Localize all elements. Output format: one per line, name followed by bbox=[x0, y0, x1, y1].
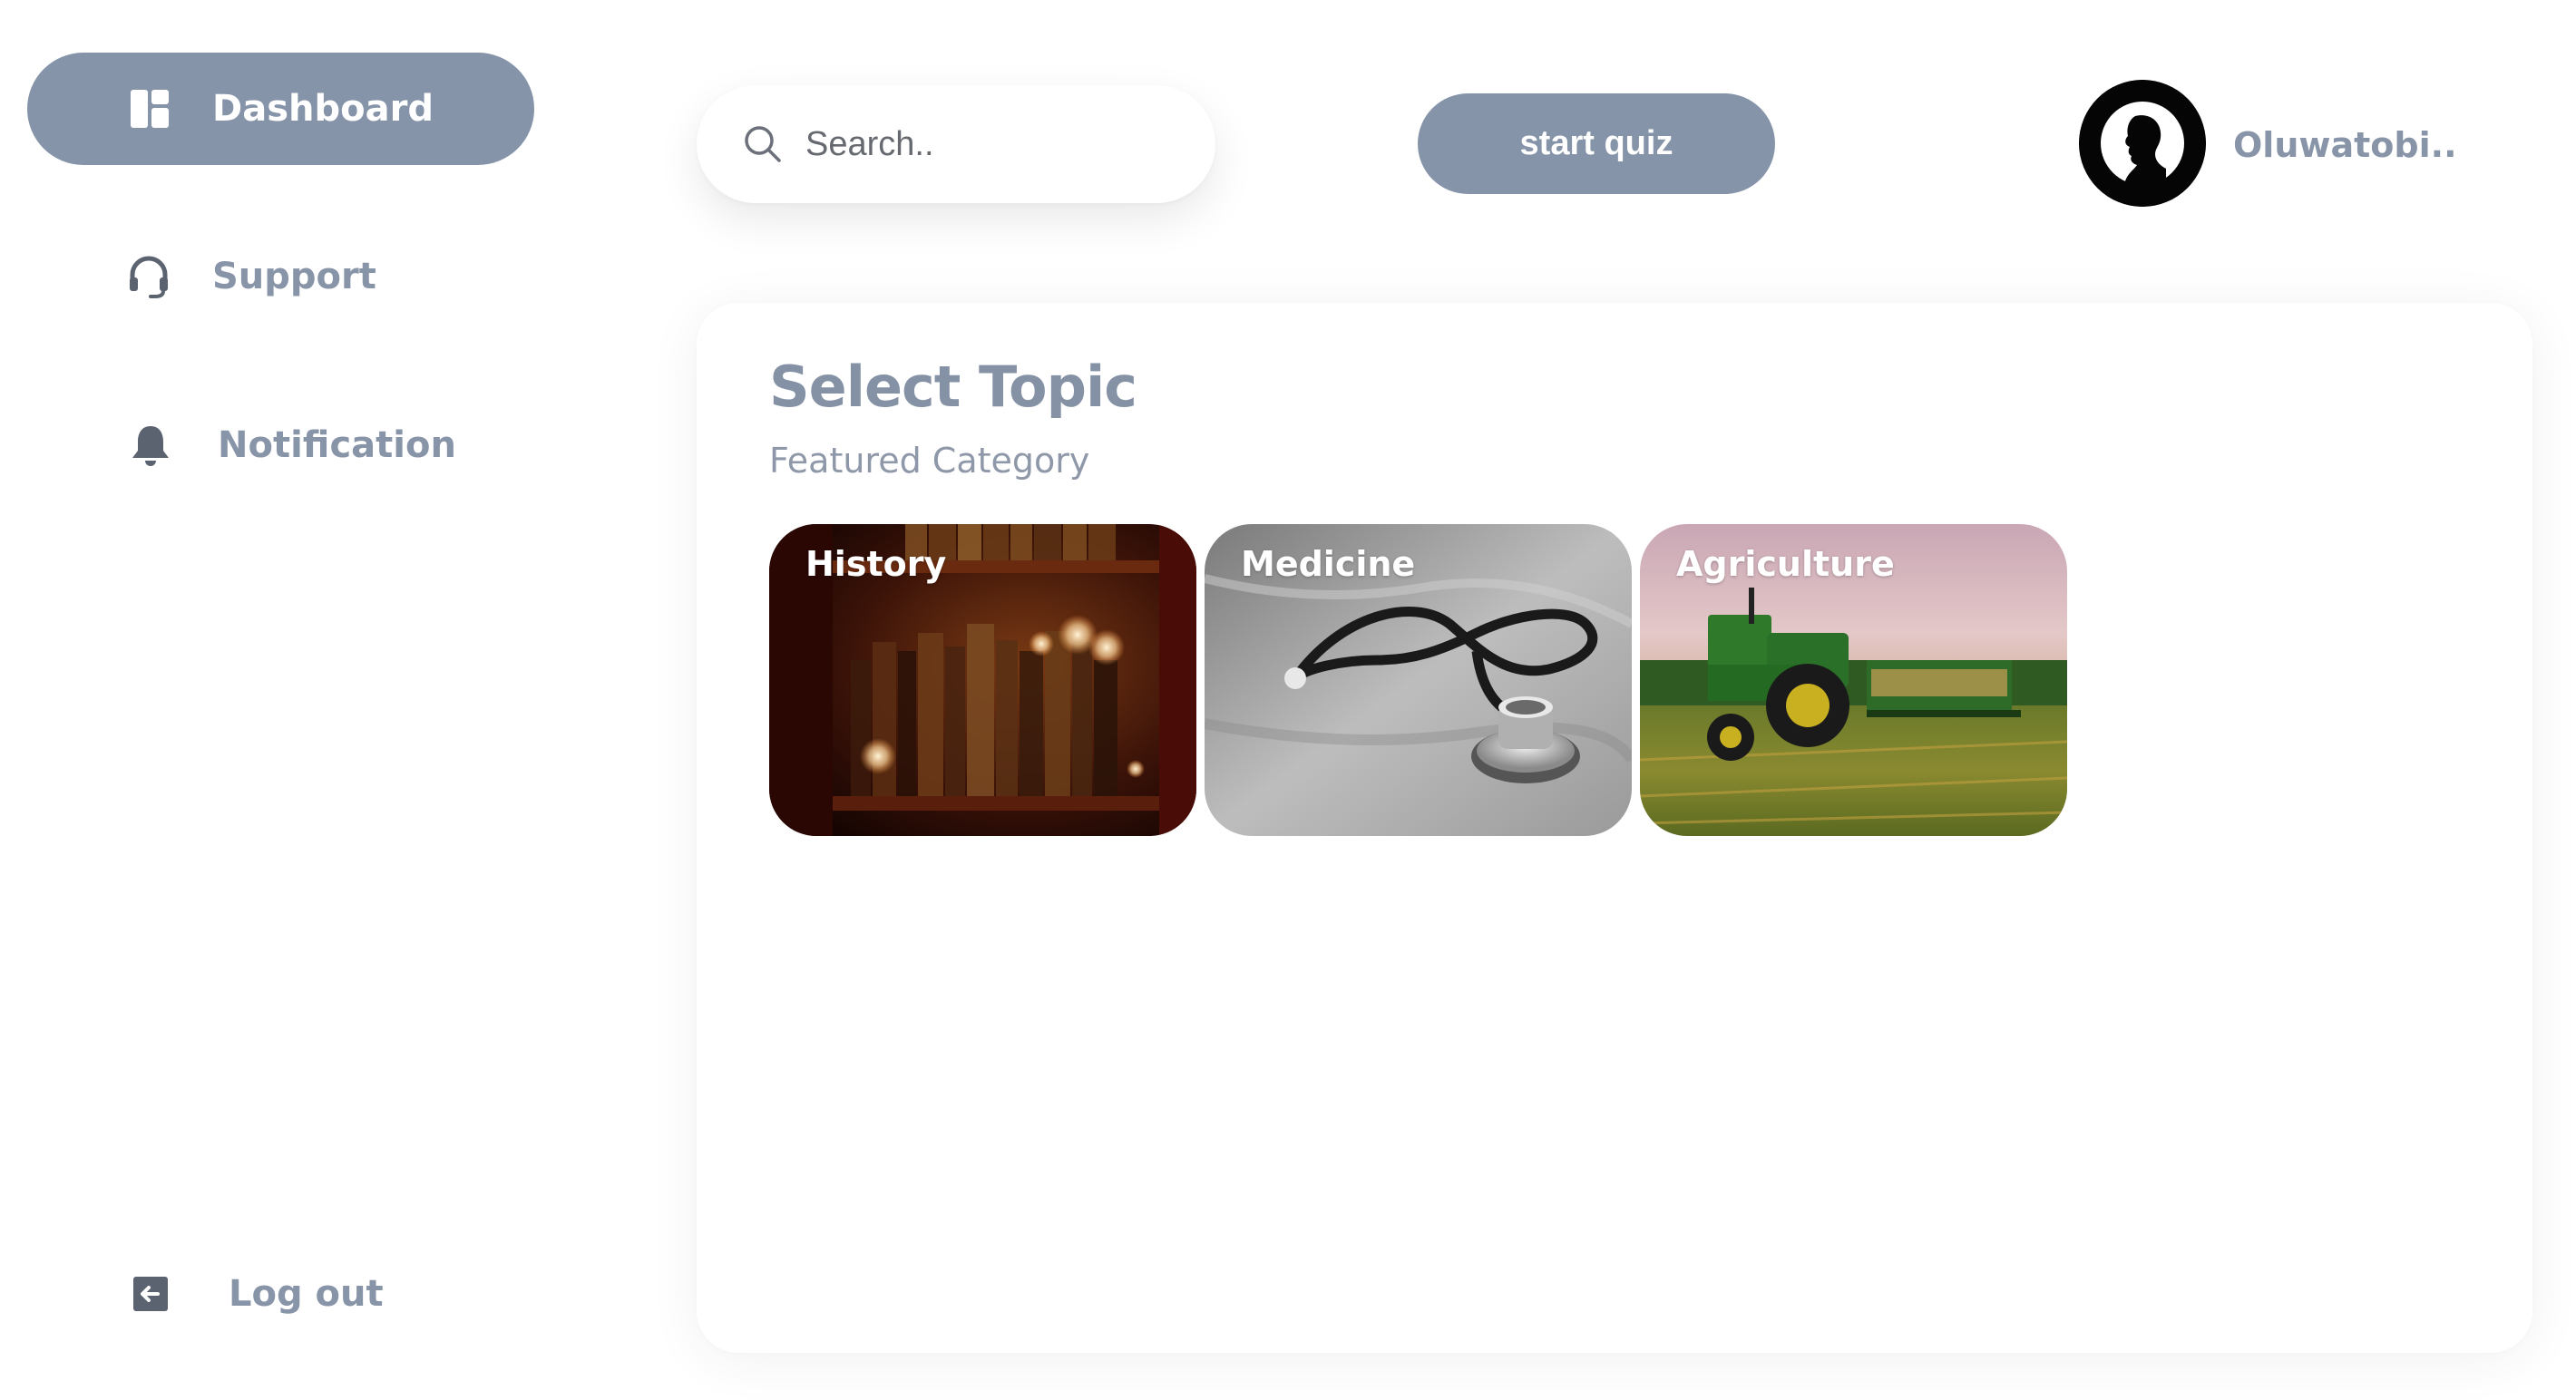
sidebar-item-dashboard[interactable]: Dashboard bbox=[27, 53, 534, 165]
dashboard-icon bbox=[127, 86, 172, 131]
topic-panel: Select Topic Featured Category History M… bbox=[697, 303, 2532, 1353]
page-title: Select Topic bbox=[769, 354, 1137, 420]
sidebar-item-label: Dashboard bbox=[212, 88, 434, 130]
headset-icon bbox=[125, 253, 172, 300]
start-quiz-button[interactable]: start quiz bbox=[1418, 93, 1775, 194]
bell-icon bbox=[127, 422, 174, 469]
topic-label: Agriculture bbox=[1676, 544, 1895, 584]
topic-label: Medicine bbox=[1241, 544, 1416, 584]
app-root: Dashboard Support Notification Log out S… bbox=[0, 0, 2576, 1400]
search-bar[interactable] bbox=[697, 85, 1215, 203]
topic-label: History bbox=[805, 544, 947, 584]
logout-button[interactable]: Log out bbox=[131, 1262, 384, 1326]
user-name[interactable]: Oluwatobi.. bbox=[2233, 122, 2457, 168]
topic-card-medicine[interactable]: Medicine bbox=[1205, 524, 1632, 836]
user-silhouette-avatar bbox=[2079, 80, 2206, 207]
search-icon bbox=[742, 123, 784, 165]
sidebar-item-label: Support bbox=[212, 256, 376, 297]
topic-card-agriculture[interactable]: Agriculture bbox=[1640, 524, 2067, 836]
section-subtitle: Featured Category bbox=[769, 441, 1090, 481]
sidebar-item-notification[interactable]: Notification bbox=[127, 413, 456, 477]
sidebar-item-label: Notification bbox=[218, 424, 456, 466]
search-input[interactable] bbox=[805, 124, 1186, 164]
avatar[interactable] bbox=[2079, 80, 2206, 207]
sidebar-item-support[interactable]: Support bbox=[125, 245, 376, 308]
topic-card-history[interactable]: History bbox=[769, 524, 1196, 836]
logout-icon bbox=[131, 1274, 171, 1314]
logout-label: Log out bbox=[229, 1273, 384, 1315]
